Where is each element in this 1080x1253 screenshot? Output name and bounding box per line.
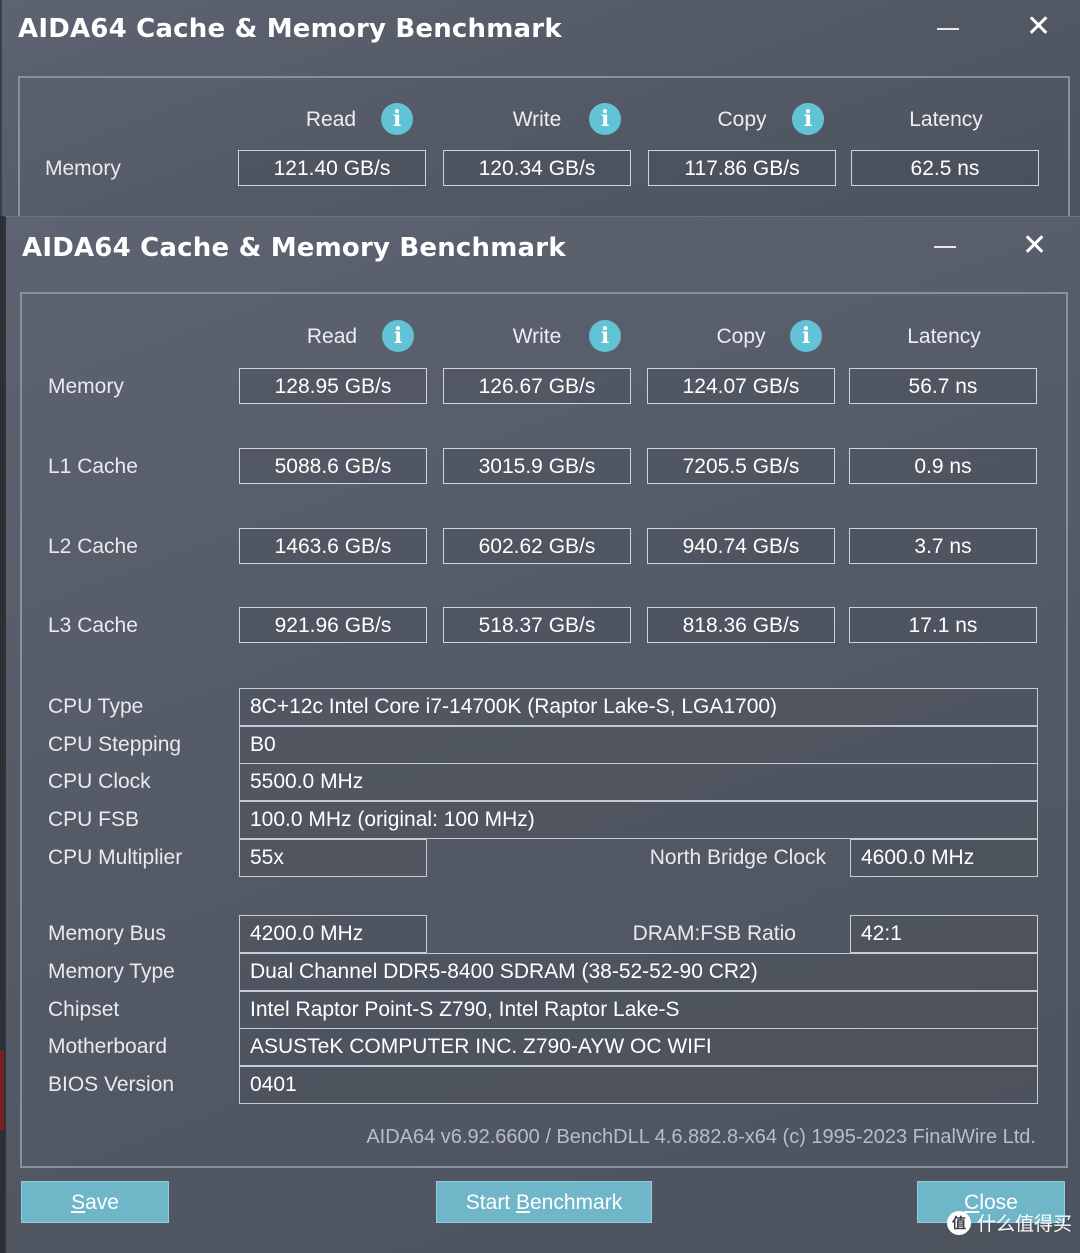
memory-latency-value: 56.7 ns: [849, 368, 1037, 404]
memory-label: Memory: [48, 375, 124, 398]
l3-copy-value: 818.36 GB/s: [647, 607, 835, 643]
read-header: Read: [306, 325, 358, 348]
chipset-value: Intel Raptor Point-S Z790, Intel Raptor …: [239, 991, 1038, 1029]
l1-copy-value: 7205.5 GB/s: [647, 448, 835, 484]
l1-cache-label: L1 Cache: [48, 455, 138, 478]
start-label-pre: Start: [465, 1191, 516, 1214]
save-label: ave: [85, 1191, 119, 1214]
start-label-rest: enchmark: [530, 1191, 623, 1214]
write-header: Write: [512, 325, 562, 348]
start-benchmark-button[interactable]: Start Benchmark: [436, 1181, 652, 1223]
close-icon[interactable]: ✕: [1022, 231, 1047, 261]
copy-info-icon[interactable]: i: [790, 320, 822, 352]
start-mnemonic: B: [515, 1191, 530, 1214]
version-footer: AIDA64 v6.92.6600 / BenchDLL 4.6.882.8-x…: [366, 1126, 1036, 1148]
minimize-button[interactable]: [934, 246, 956, 248]
close-icon[interactable]: ✕: [1026, 12, 1051, 42]
latency-header: Latency: [909, 108, 983, 131]
read-info-icon[interactable]: i: [382, 320, 414, 352]
minimize-button[interactable]: [937, 28, 959, 30]
cpu-clock-value: 5500.0 MHz: [239, 763, 1038, 801]
memory-copy-value: 117.86 GB/s: [648, 150, 836, 186]
memory-label: Memory: [45, 157, 121, 180]
memory-latency-value: 62.5 ns: [851, 150, 1039, 186]
l2-read-value: 1463.6 GB/s: [239, 528, 427, 564]
dram-fsb-ratio-value: 42:1: [850, 915, 1038, 953]
watermark-logo-icon: 值: [946, 1210, 971, 1235]
chipset-label: Chipset: [48, 998, 120, 1021]
save-button[interactable]: Save: [21, 1181, 169, 1223]
north-bridge-clock-label: North Bridge Clock: [649, 846, 826, 869]
back-window: AIDA64 Cache & Memory Benchmark ✕ Read i…: [0, 0, 1080, 230]
memory-bus-value: 4200.0 MHz: [239, 915, 427, 953]
write-header: Write: [512, 108, 562, 131]
write-info-icon[interactable]: i: [589, 320, 621, 352]
north-bridge-clock-value: 4600.0 MHz: [850, 839, 1038, 877]
memory-write-value: 126.67 GB/s: [443, 368, 631, 404]
cpu-stepping-label: CPU Stepping: [48, 733, 182, 756]
l3-read-value: 921.96 GB/s: [239, 607, 427, 643]
memory-copy-value: 124.07 GB/s: [647, 368, 835, 404]
l3-latency-value: 17.1 ns: [849, 607, 1037, 643]
cpu-fsb-label: CPU FSB: [48, 808, 140, 831]
l3-write-value: 518.37 GB/s: [443, 607, 631, 643]
front-window: AIDA64 Cache & Memory Benchmark ✕ Read i…: [4, 216, 1080, 1253]
cpu-clock-label: CPU Clock: [48, 770, 151, 793]
copy-header: Copy: [716, 325, 766, 348]
watermark-text: 什么值得买: [976, 1214, 1072, 1235]
window-title: AIDA64 Cache & Memory Benchmark: [22, 233, 566, 263]
memory-read-value: 121.40 GB/s: [238, 150, 426, 186]
memory-type-label: Memory Type: [48, 960, 175, 983]
latency-header: Latency: [907, 325, 981, 348]
motherboard-value: ASUSTeK COMPUTER INC. Z790-AYW OC WIFI: [239, 1028, 1038, 1066]
l1-write-value: 3015.9 GB/s: [443, 448, 631, 484]
copy-header: Copy: [717, 108, 767, 131]
l1-latency-value: 0.9 ns: [849, 448, 1037, 484]
l2-write-value: 602.62 GB/s: [443, 528, 631, 564]
copy-info-icon[interactable]: i: [792, 103, 824, 135]
bios-version-label: BIOS Version: [48, 1073, 175, 1096]
l3-cache-label: L3 Cache: [48, 614, 138, 637]
cpu-type-label: CPU Type: [48, 695, 144, 718]
motherboard-label: Motherboard: [48, 1035, 168, 1058]
cpu-multiplier-label: CPU Multiplier: [48, 846, 183, 869]
cpu-type-value: 8C+12c Intel Core i7-14700K (Raptor Lake…: [239, 688, 1038, 726]
read-info-icon[interactable]: i: [381, 103, 413, 135]
cpu-stepping-value: B0: [239, 726, 1038, 764]
dram-fsb-ratio-label: DRAM:FSB Ratio: [632, 922, 796, 945]
cpu-fsb-value: 100.0 MHz (original: 100 MHz): [239, 801, 1038, 839]
memory-write-value: 120.34 GB/s: [443, 150, 631, 186]
window-title: AIDA64 Cache & Memory Benchmark: [18, 14, 562, 44]
watermark: 值 什么值得买: [946, 1209, 1072, 1236]
write-info-icon[interactable]: i: [589, 103, 621, 135]
bios-version-value: 0401: [239, 1066, 1038, 1104]
l2-latency-value: 3.7 ns: [849, 528, 1037, 564]
read-header: Read: [305, 108, 357, 131]
memory-bus-label: Memory Bus: [48, 922, 166, 945]
save-mnemonic: S: [71, 1191, 86, 1214]
l1-read-value: 5088.6 GB/s: [239, 448, 427, 484]
l2-copy-value: 940.74 GB/s: [647, 528, 835, 564]
memory-read-value: 128.95 GB/s: [239, 368, 427, 404]
memory-type-value: Dual Channel DDR5-8400 SDRAM (38-52-52-9…: [239, 953, 1038, 991]
cpu-multiplier-value: 55x: [239, 839, 427, 877]
l2-cache-label: L2 Cache: [48, 535, 138, 558]
